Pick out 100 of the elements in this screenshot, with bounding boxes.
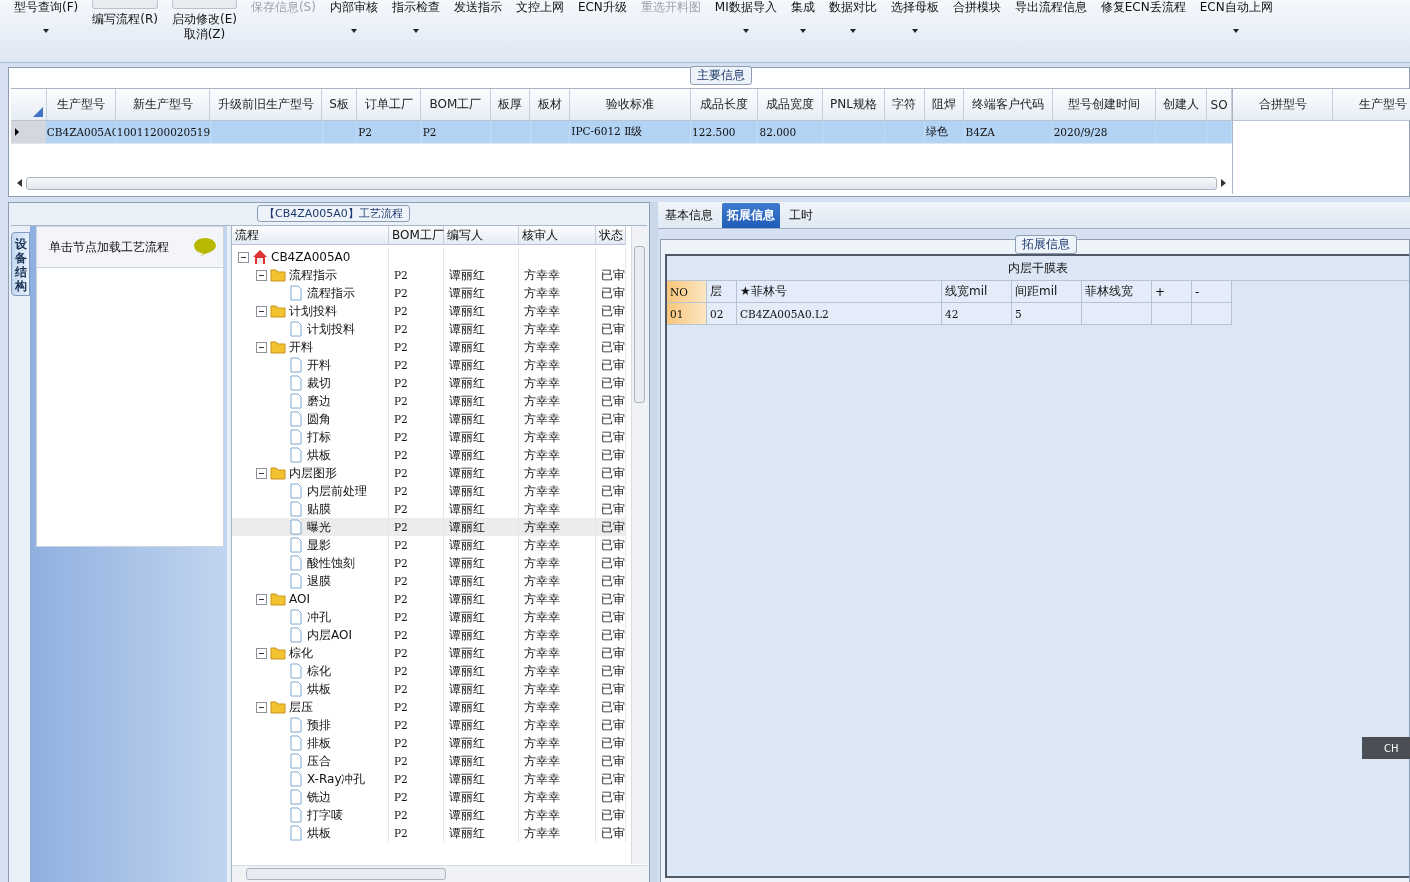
tree-node[interactable]: 排板 — [307, 734, 331, 752]
column-header[interactable]: S板 — [322, 89, 357, 120]
tab[interactable]: 拓展信息 — [722, 203, 780, 228]
tree-node[interactable]: 层压 — [289, 698, 313, 716]
tree-row[interactable]: 铣边 P2 谭丽红 方幸幸 已审 — [232, 788, 626, 806]
toolbar-button[interactable]: 发送指示 — [453, 0, 502, 15]
column-header[interactable]: 成品宽度 — [758, 89, 823, 120]
collapse-icon[interactable] — [256, 647, 267, 659]
tree-row[interactable]: 流程指示 P2 谭丽红 方幸幸 已审 — [232, 266, 626, 284]
toolbar-button[interactable]: 取消(Z) — [183, 27, 226, 42]
column-header[interactable]: 订单工厂 — [356, 89, 422, 120]
caret-icon[interactable] — [742, 29, 749, 33]
vertical-scrollbar[interactable] — [631, 226, 647, 864]
column-header[interactable]: 线宽mil — [942, 281, 1012, 303]
column-header[interactable]: 创建人 — [1155, 89, 1208, 120]
caret-icon[interactable] — [43, 29, 50, 33]
toolbar-button[interactable]: 编写流程(R) — [92, 12, 158, 27]
vertical-tab[interactable]: 设备结构 — [11, 232, 31, 296]
tree-row[interactable]: X-Ray冲孔 P2 谭丽红 方幸幸 已审 — [232, 770, 626, 788]
tree-node[interactable]: 退膜 — [307, 572, 331, 590]
toolbar-button[interactable]: 修复ECN丢流程 — [1100, 0, 1186, 15]
tree-row[interactable]: 烘板 P2 谭丽红 方幸幸 已审 — [232, 680, 626, 698]
toolbar-button[interactable]: 导出流程信息 — [1014, 0, 1087, 15]
tree-row[interactable]: 棕化 P2 谭丽红 方幸幸 已审 — [232, 662, 626, 680]
tree-row[interactable]: 酸性蚀刻 P2 谭丽红 方幸幸 已审 — [232, 554, 626, 572]
tree-node[interactable]: 显影 — [307, 536, 331, 554]
column-header[interactable]: + — [1152, 281, 1192, 303]
tree-row[interactable]: 内层图形 P2 谭丽红 方幸幸 已审 — [232, 464, 626, 482]
tree-row[interactable]: 内层AOI P2 谭丽红 方幸幸 已审 — [232, 626, 626, 644]
tree-row[interactable]: 开料 P2 谭丽红 方幸幸 已审 — [232, 356, 626, 374]
tab[interactable]: 基本信息 — [660, 203, 718, 228]
tree-row[interactable]: 曝光 P2 谭丽红 方幸幸 已审 — [232, 518, 626, 536]
tree-node[interactable]: 冲孔 — [307, 608, 331, 626]
toolbar-button[interactable]: 集成 — [790, 0, 815, 15]
tree-row[interactable]: 烘板 P2 谭丽红 方幸幸 已审 — [232, 824, 626, 842]
tree-row[interactable]: 棕化 P2 谭丽红 方幸幸 已审 — [232, 644, 626, 662]
caret-icon[interactable] — [1233, 29, 1240, 33]
tree-row[interactable]: 圆角 P2 谭丽红 方幸幸 已审 — [232, 410, 626, 428]
tree-node[interactable]: 棕化 — [289, 644, 313, 662]
caret-icon[interactable] — [350, 29, 357, 33]
tab[interactable]: 工时 — [784, 203, 818, 228]
column-header[interactable]: 字符 — [885, 89, 925, 120]
tree-row[interactable]: AOI P2 谭丽红 方幸幸 已审 — [232, 590, 626, 608]
tree-node[interactable]: 贴膜 — [307, 500, 331, 518]
column-header[interactable]: 编写人 — [444, 226, 519, 244]
tree-row[interactable]: 退膜 P2 谭丽红 方幸幸 已审 — [232, 572, 626, 590]
tree-node[interactable]: X-Ray冲孔 — [307, 770, 366, 788]
toolbar-button[interactable]: 合拼模块 — [952, 0, 1001, 15]
column-header[interactable]: 升级前旧生产型号 — [210, 89, 323, 120]
tree-node[interactable]: 预排 — [307, 716, 331, 734]
tree-row[interactable]: 层压 P2 谭丽红 方幸幸 已审 — [232, 698, 626, 716]
tree-node[interactable]: 内层AOI — [307, 626, 352, 644]
tree-row[interactable]: 预排 P2 谭丽红 方幸幸 已审 — [232, 716, 626, 734]
column-header[interactable]: 板材 — [530, 89, 570, 120]
tree-row[interactable]: 压合 P2 谭丽红 方幸幸 已审 — [232, 752, 626, 770]
table-row[interactable]: CB4ZA005A010011200020519 P2 P2 IPC-6012 Ⅱ级 122.500 82.000 绿色 B4ZA 2020/9/28 — [11, 121, 1232, 144]
tree-node[interactable]: 内层图形 — [289, 464, 337, 482]
tree-node[interactable]: 计划投料 — [289, 302, 337, 320]
tree-node[interactable]: 铣边 — [307, 788, 331, 806]
column-header[interactable]: 间距mil — [1012, 281, 1082, 303]
tree-node[interactable]: 圆角 — [307, 410, 331, 428]
language-bar[interactable]: CH — [1362, 737, 1410, 759]
tree-node[interactable]: 棕化 — [307, 662, 331, 680]
toolbar-button[interactable]: 型号查询(F) — [14, 0, 79, 15]
column-header[interactable]: 阻焊 — [924, 89, 965, 120]
tree-node[interactable]: 流程指示 — [307, 284, 355, 302]
tree-node[interactable]: 压合 — [307, 752, 331, 770]
tree-node[interactable]: 打标 — [307, 428, 331, 446]
tree-row[interactable]: 冲孔 P2 谭丽红 方幸幸 已审 — [232, 608, 626, 626]
toolbar-button[interactable]: 文控上网 — [515, 0, 564, 15]
horizontal-scrollbar[interactable] — [232, 865, 647, 882]
column-header[interactable]: BOM工厂 — [389, 226, 444, 244]
tree-node[interactable]: 曝光 — [307, 518, 331, 536]
column-header[interactable]: 状态 — [596, 226, 626, 244]
collapse-icon[interactable] — [256, 467, 267, 479]
toolbar-button[interactable]: MI数据导入 — [714, 0, 777, 15]
column-header[interactable]: 层 — [707, 281, 737, 303]
tree-row[interactable]: 内层前处理 P2 谭丽红 方幸幸 已审 — [232, 482, 626, 500]
collapse-icon[interactable] — [256, 269, 267, 281]
tree-node[interactable]: 内层前处理 — [307, 482, 367, 500]
column-header[interactable]: PNL规格 — [822, 89, 886, 120]
collapse-icon[interactable] — [238, 251, 249, 263]
tree-node[interactable]: 裁切 — [307, 374, 331, 392]
tree-row[interactable]: 显影 P2 谭丽红 方幸幸 已审 — [232, 536, 626, 554]
tree-row[interactable]: 流程指示 P2 谭丽红 方幸幸 已审 — [232, 284, 626, 302]
column-header[interactable]: 生产型号 — [46, 89, 117, 120]
caret-icon[interactable] — [911, 29, 918, 33]
column-header[interactable]: 板厚 — [490, 89, 531, 120]
tree-node[interactable]: CB4ZA005A0 — [271, 250, 351, 264]
toolbar-button[interactable]: 启动修改(E) — [171, 12, 237, 27]
column-header[interactable]: 型号创建时间 — [1052, 89, 1156, 120]
tree-node[interactable]: 流程指示 — [289, 266, 337, 284]
tree-node[interactable]: 开料 — [307, 356, 331, 374]
collapse-icon[interactable] — [256, 305, 267, 317]
toolbar-button[interactable]: 指示检查 — [391, 0, 440, 15]
tree-node[interactable]: 酸性蚀刻 — [307, 554, 355, 572]
column-header[interactable]: 验收标准 — [569, 89, 691, 120]
column-header[interactable]: 流程 — [232, 226, 389, 244]
toolbar-button[interactable]: 选择母板 — [890, 0, 939, 15]
tree-node[interactable]: 计划投料 — [307, 320, 355, 338]
